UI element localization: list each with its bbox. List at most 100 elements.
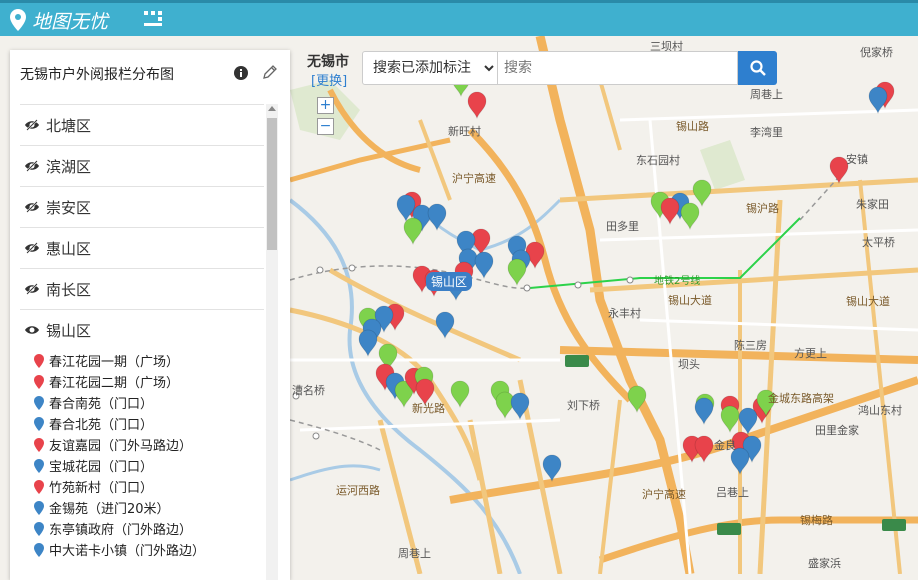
map-label: 鸿山东村 — [858, 404, 902, 417]
eye-slash-icon[interactable] — [24, 242, 40, 254]
eye-slash-icon[interactable] — [24, 119, 40, 131]
search-input[interactable] — [498, 51, 738, 85]
map-marker[interactable] — [694, 397, 714, 426]
map-marker[interactable] — [467, 91, 487, 120]
marker-pin-icon — [34, 437, 44, 452]
point-list-item[interactable]: 友谊嘉园（门外马路边） — [34, 434, 264, 455]
district-label: 惠山区 — [46, 239, 92, 258]
point-list-item[interactable]: 竹苑新村（门口） — [34, 476, 264, 497]
layer-panel: 无锡市户外阅报栏分布图 北塘区滨湖区崇安区惠山区南长区锡山区春江花园一期（广场）… — [10, 50, 290, 580]
search-button[interactable] — [738, 51, 777, 85]
eye-slash-icon[interactable] — [24, 201, 40, 213]
city-name: 无锡市 — [307, 54, 349, 70]
marker-pin-icon — [34, 416, 44, 431]
point-list-item[interactable]: 中大诺卡小镇（门外路边） — [34, 539, 264, 560]
district-label: 南长区 — [46, 280, 92, 299]
zoom-in-button[interactable]: + — [317, 97, 334, 114]
point-list-item[interactable]: 春江花园一期（广场） — [34, 350, 264, 371]
map-marker[interactable] — [403, 217, 423, 246]
point-label: 竹苑新村（门口） — [49, 481, 154, 496]
point-list-item[interactable]: 春合北苑（门口） — [34, 413, 264, 434]
point-list-item[interactable]: 东亭镇政府（门外路边） — [34, 518, 264, 539]
map-marker[interactable] — [542, 454, 562, 483]
district-badge[interactable]: 锡山区 — [426, 272, 473, 291]
menu-grid-icon[interactable] — [144, 11, 162, 27]
map-label: 朱家田 — [856, 198, 889, 211]
map-label: 周巷上 — [750, 88, 783, 101]
point-list-item[interactable]: 春江花园二期（广场） — [34, 371, 264, 392]
map-label: 新旺村 — [448, 125, 481, 138]
marker-pin-icon — [34, 542, 44, 557]
map-label: 金城东路高架 — [768, 392, 834, 405]
district-item[interactable]: 惠山区 — [20, 227, 264, 268]
change-city-link[interactable]: [更换] — [311, 70, 347, 89]
map-marker[interactable] — [660, 197, 680, 226]
panel-scrollbar[interactable] — [266, 104, 278, 580]
search-bar: 搜索已添加标注 — [362, 51, 777, 85]
district-label: 滨湖区 — [46, 157, 92, 176]
zoom-out-button[interactable]: − — [317, 118, 334, 135]
brand-logo[interactable]: 地图无忧 — [10, 6, 108, 34]
district-list: 北塘区 滨湖区 崇安区 惠山区 南长区 锡山区 春江花园一期（广场） 春江花园二期（广场） 春合… — [20, 104, 264, 560]
map-marker[interactable] — [720, 405, 740, 434]
marker-pin-icon — [34, 374, 44, 389]
eye-icon[interactable] — [24, 324, 40, 336]
map-label: 周巷上 — [398, 547, 431, 560]
map-marker[interactable] — [474, 251, 494, 280]
map-label: 锡山大道 — [846, 295, 890, 308]
marker-pin-icon — [34, 479, 44, 494]
marker-pin-icon — [34, 500, 44, 515]
map-label: 吕巷上 — [716, 486, 749, 499]
map-label: 漕名桥 — [292, 384, 325, 397]
district-item[interactable]: 南长区 — [20, 268, 264, 309]
map-label: 盛家浜 — [808, 557, 841, 570]
map-marker[interactable] — [427, 203, 447, 232]
map-label: 方更上 — [794, 347, 827, 360]
map-marker[interactable] — [692, 179, 712, 208]
search-scope-select[interactable]: 搜索已添加标注 — [362, 51, 498, 85]
info-icon[interactable] — [234, 66, 248, 80]
map-marker[interactable] — [694, 435, 714, 464]
top-bar: 地图无忧 — [0, 0, 918, 36]
map-marker[interactable] — [435, 311, 455, 340]
district-item[interactable]: 滨湖区 — [20, 145, 264, 186]
map-marker[interactable] — [868, 86, 888, 115]
scroll-up-arrow-icon[interactable] — [268, 106, 276, 111]
marker-pin-icon — [34, 395, 44, 410]
point-list-item[interactable]: 金锡苑（进门20米） — [34, 497, 264, 518]
point-label: 友谊嘉园（门外马路边） — [49, 439, 193, 454]
point-label: 春江花园二期（广场） — [49, 376, 180, 391]
map-marker[interactable] — [358, 329, 378, 358]
map-label: 永丰村 — [608, 307, 641, 320]
eye-slash-icon[interactable] — [24, 160, 40, 172]
district-label: 北塘区 — [46, 116, 92, 135]
map-marker[interactable] — [680, 202, 700, 231]
map-label: 锡梅路 — [800, 514, 833, 527]
district-item[interactable]: 北塘区 — [20, 104, 264, 145]
panel-title: 无锡市户外阅报栏分布图 — [20, 67, 174, 83]
map-label: 陈三房 — [734, 339, 767, 352]
point-list-item[interactable]: 春合南苑（门口） — [34, 392, 264, 413]
scroll-thumb[interactable] — [267, 118, 277, 250]
point-label: 春合北苑（门口） — [49, 418, 154, 433]
district-item[interactable]: 锡山区 — [20, 309, 264, 350]
map-label: 运河西路 — [336, 484, 380, 497]
edit-pencil-icon[interactable] — [262, 64, 278, 80]
point-label: 金锡苑（进门20米） — [49, 502, 170, 517]
map-label: 坝头 — [678, 358, 700, 371]
point-list-item[interactable]: 宝城花园（门口） — [34, 455, 264, 476]
district-label: 崇安区 — [46, 198, 92, 217]
marker-pin-icon — [34, 521, 44, 536]
marker-pin-icon — [34, 353, 44, 368]
district-item[interactable]: 崇安区 — [20, 186, 264, 227]
map-label: 太平桥 — [862, 236, 895, 249]
district-label: 锡山区 — [46, 321, 92, 340]
point-label: 东亭镇政府（门外路边） — [49, 523, 193, 538]
map-label: 安镇 — [846, 153, 868, 166]
map-label: 东石园村 — [636, 154, 680, 167]
map-marker[interactable] — [507, 258, 527, 287]
map-pin-icon — [10, 9, 26, 31]
map-marker[interactable] — [450, 380, 470, 409]
eye-slash-icon[interactable] — [24, 283, 40, 295]
map-label: 锡山路 — [676, 120, 709, 133]
